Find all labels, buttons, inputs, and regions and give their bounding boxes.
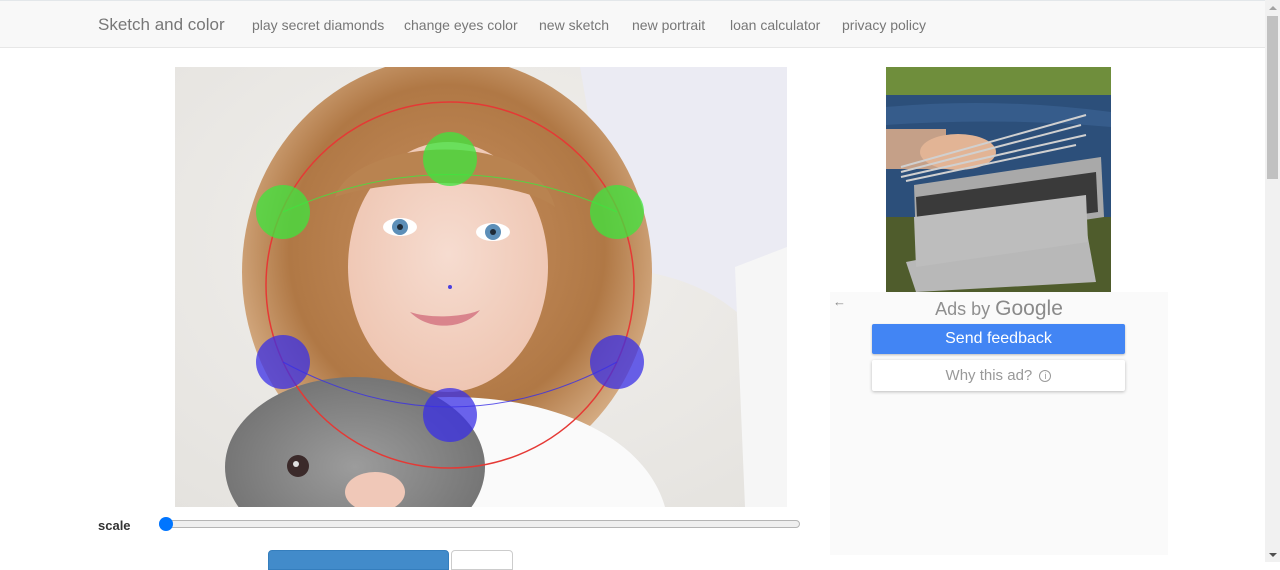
navbar: Sketch and color play secret diamonds ch… <box>0 0 1265 48</box>
info-icon: i <box>1039 370 1052 382</box>
face-overlay <box>256 101 644 469</box>
ad-image[interactable] <box>886 67 1111 292</box>
send-feedback-button[interactable]: Send feedback <box>872 324 1125 354</box>
scroll-up-arrow-icon <box>1268 5 1277 10</box>
top-left-handle[interactable] <box>256 185 310 239</box>
secondary-action-button[interactable] <box>451 550 513 570</box>
bottom-left-handle[interactable] <box>256 335 310 389</box>
ads-by-text: Ads by <box>935 299 991 319</box>
top-center-handle[interactable] <box>423 132 477 186</box>
why-this-ad-label: Why this ad? <box>945 367 1033 384</box>
scale-slider[interactable] <box>159 517 800 531</box>
nav-link-loan-calculator[interactable]: loan calculator <box>730 17 820 33</box>
why-this-ad-button[interactable]: Why this ad? i <box>872 360 1125 391</box>
scroll-up-button[interactable] <box>1265 0 1280 15</box>
scroll-down-button[interactable] <box>1265 547 1280 562</box>
bottom-right-handle[interactable] <box>590 335 644 389</box>
ads-by-google-label: Ads by Google <box>830 297 1168 321</box>
google-logo-text: Google <box>995 297 1063 320</box>
nav-link-new-sketch[interactable]: new sketch <box>539 17 609 33</box>
scale-label: scale <box>98 518 131 533</box>
nav-link-play-secret-diamonds[interactable]: play secret diamonds <box>252 17 384 33</box>
portrait-editor[interactable] <box>175 67 787 507</box>
scroll-thumb[interactable] <box>1267 16 1278 179</box>
scale-slider-thumb[interactable] <box>159 517 173 531</box>
nav-link-new-portrait[interactable]: new portrait <box>632 17 705 33</box>
grill-ad-photo <box>886 67 1111 292</box>
nav-link-change-eyes-color[interactable]: change eyes color <box>404 17 518 33</box>
primary-action-button[interactable] <box>268 550 449 570</box>
top-right-handle[interactable] <box>590 185 644 239</box>
brand-link[interactable]: Sketch and color <box>98 15 225 35</box>
nav-link-privacy-policy[interactable]: privacy policy <box>842 17 926 33</box>
center-point[interactable] <box>448 285 452 289</box>
scroll-down-arrow-icon <box>1268 552 1277 557</box>
page-scrollbar[interactable] <box>1265 0 1280 562</box>
bottom-center-handle[interactable] <box>423 388 477 442</box>
scale-slider-track[interactable] <box>159 520 800 528</box>
ad-feedback-panel: ← Ads by Google Send feedback Why this a… <box>830 292 1168 555</box>
